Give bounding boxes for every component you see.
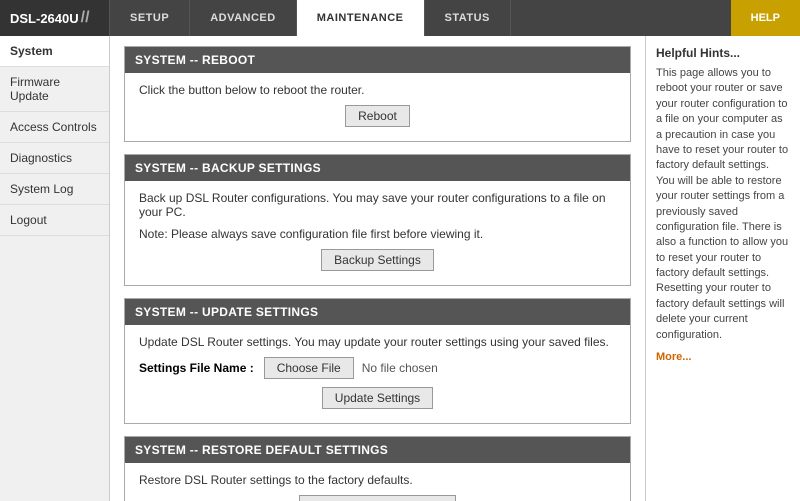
backup-note: Note: Please always save configuration f…: [139, 227, 616, 241]
update-description: Update DSL Router settings. You may upda…: [139, 335, 616, 349]
file-input-row: Settings File Name : Choose File No file…: [139, 357, 616, 379]
nav-tab-setup[interactable]: SETUP: [110, 0, 190, 36]
section-backup: SYSTEM -- BACKUP SETTINGS Back up DSL Ro…: [124, 154, 631, 286]
sidebar-item-firmware-update[interactable]: Firmware Update: [0, 67, 109, 112]
help-title: Helpful Hints...: [656, 46, 790, 60]
content-area: SYSTEM -- REBOOT Click the button below …: [110, 36, 645, 501]
nav-tab-maintenance[interactable]: MAINTENANCE: [297, 0, 425, 36]
section-restore: SYSTEM -- RESTORE DEFAULT SETTINGS Resto…: [124, 436, 631, 501]
nav-tab-help[interactable]: HELP: [731, 0, 800, 36]
update-settings-button[interactable]: Update Settings: [322, 387, 433, 409]
sidebar-item-system-log[interactable]: System Log: [0, 174, 109, 205]
sidebar-item-system[interactable]: System: [0, 36, 109, 67]
section-restore-header: SYSTEM -- RESTORE DEFAULT SETTINGS: [125, 437, 630, 463]
choose-file-button[interactable]: Choose File: [264, 357, 354, 379]
file-label: Settings File Name :: [139, 361, 254, 375]
sidebar-item-logout[interactable]: Logout: [0, 205, 109, 236]
logo: DSL-2640U //: [0, 0, 110, 36]
restore-description: Restore DSL Router settings to the facto…: [139, 473, 616, 487]
backup-settings-button[interactable]: Backup Settings: [321, 249, 434, 271]
reboot-description: Click the button below to reboot the rou…: [139, 83, 616, 97]
restore-default-settings-button[interactable]: Restore Default Settings: [299, 495, 455, 501]
nav-tab-status[interactable]: STATUS: [425, 0, 511, 36]
sidebar-item-diagnostics[interactable]: Diagnostics: [0, 143, 109, 174]
reboot-button[interactable]: Reboot: [345, 105, 410, 127]
help-panel: Helpful Hints... This page allows you to…: [645, 36, 800, 501]
sidebar-item-access-controls[interactable]: Access Controls: [0, 112, 109, 143]
section-reboot-header: SYSTEM -- REBOOT: [125, 47, 630, 73]
nav-tab-advanced[interactable]: ADVANCED: [190, 0, 297, 36]
section-backup-header: SYSTEM -- BACKUP SETTINGS: [125, 155, 630, 181]
section-update-header: SYSTEM -- UPDATE SETTINGS: [125, 299, 630, 325]
more-link[interactable]: More...: [656, 351, 790, 363]
section-reboot: SYSTEM -- REBOOT Click the button below …: [124, 46, 631, 142]
sidebar: System Firmware Update Access Controls D…: [0, 36, 110, 501]
backup-description: Back up DSL Router configurations. You m…: [139, 191, 616, 219]
section-update: SYSTEM -- UPDATE SETTINGS Update DSL Rou…: [124, 298, 631, 424]
help-text: This page allows you to reboot your rout…: [656, 66, 790, 343]
no-file-text: No file chosen: [362, 361, 438, 375]
